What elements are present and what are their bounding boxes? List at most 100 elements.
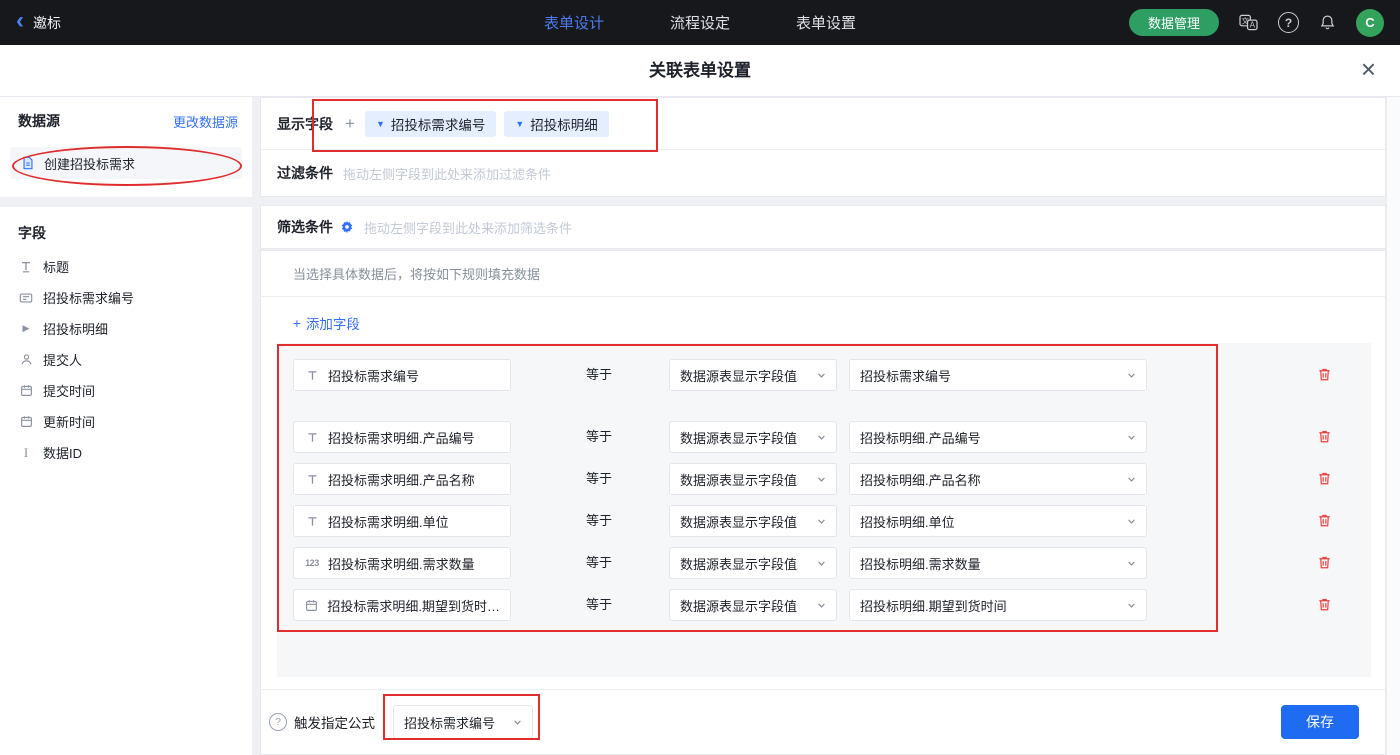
tab-form-design[interactable]: 表单设计 — [544, 12, 604, 33]
display-field-chip[interactable]: ▼招投标需求编号 — [365, 111, 496, 137]
rule-operator: 等于 — [586, 589, 612, 621]
trash-icon[interactable] — [1317, 555, 1333, 571]
formula-select[interactable]: 招投标需求编号 — [393, 705, 533, 739]
sidebar-field-0[interactable]: 标题 — [0, 251, 252, 282]
chevron-down-icon — [1127, 433, 1136, 442]
plus-icon: + — [293, 316, 301, 331]
back-label[interactable]: 邀标 — [33, 13, 61, 33]
scrollbar-track[interactable] — [1386, 97, 1400, 755]
rule-operator: 等于 — [586, 463, 612, 495]
rule-field-label: 招投标需求明细.产品编号 — [328, 428, 475, 447]
sidebar-field-3[interactable]: 提交人 — [0, 344, 252, 375]
field-label: 更新时间 — [43, 412, 95, 431]
modal-header: 关联表单设置 × — [0, 45, 1400, 97]
filter-label: 过滤条件 — [277, 163, 333, 183]
rule-target-value: 招投标需求编号 — [860, 366, 951, 385]
datasource-item[interactable]: 创建招投标需求 — [10, 147, 242, 179]
trash-icon[interactable] — [1317, 429, 1333, 445]
rule-target-select[interactable]: 招投标明细.产品编号 — [849, 421, 1147, 453]
chevron-down-icon — [1127, 517, 1136, 526]
translate-icon[interactable]: 文A — [1239, 14, 1258, 31]
rule-target-value: 招投标明细.期望到货时间 — [860, 596, 1007, 615]
screen-drop-zone[interactable]: 筛选条件 拖动左侧字段到此处来添加筛选条件 — [260, 205, 1386, 249]
rule-target-select[interactable]: 招投标明细.期望到货时间 — [849, 589, 1147, 621]
trash-icon[interactable] — [1317, 513, 1333, 529]
rule-field-chip[interactable]: 招投标需求明细.产品名称 — [293, 463, 511, 495]
rule-field-chip[interactable]: 招投标需求编号 — [293, 359, 511, 391]
chevron-down-icon — [817, 475, 826, 484]
fields-title: 字段 — [0, 207, 252, 251]
rule-field-chip[interactable]: 招投标需求明细.单位 — [293, 505, 511, 537]
rule-field-chip[interactable]: 123招投标需求明细.需求数量 — [293, 547, 511, 579]
sidebar-field-2[interactable]: ▶招投标明细 — [0, 313, 252, 344]
chevron-down-icon — [817, 371, 826, 380]
rule-operator: 等于 — [586, 505, 612, 537]
chip-label: 招投标明细 — [530, 114, 598, 134]
gear-icon[interactable] — [340, 220, 354, 234]
rule-target-select[interactable]: 招投标明细.产品名称 — [849, 463, 1147, 495]
datasource-title: 数据源 — [18, 111, 60, 131]
text-icon — [304, 473, 320, 486]
data-manage-button[interactable]: 数据管理 — [1129, 9, 1219, 36]
chevron-down-icon — [513, 718, 522, 727]
rule-field-label: 招投标需求编号 — [328, 366, 419, 385]
rule-target-value: 招投标明细.单位 — [860, 512, 955, 531]
rules-panel: 招投标需求编号等于数据源表显示字段值招投标需求编号招投标需求明细.产品编号等于数… — [277, 343, 1371, 677]
field-label: 招投标明细 — [43, 319, 108, 338]
rule-source-select[interactable]: 数据源表显示字段值 — [669, 505, 837, 537]
add-display-field-button[interactable]: + — [345, 115, 355, 132]
display-field-chip[interactable]: ▼ 招投标明细 — [504, 111, 608, 137]
modal-title: 关联表单设置 — [0, 45, 1400, 96]
chevron-down-icon: ▼ — [376, 119, 385, 129]
bell-icon[interactable] — [1319, 14, 1336, 31]
rule-target-select[interactable]: 招投标明细.单位 — [849, 505, 1147, 537]
add-field-button[interactable]: + 添加字段 — [293, 313, 360, 333]
rule-source-value: 数据源表显示字段值 — [680, 428, 797, 447]
rule-target-select[interactable]: 招投标需求编号 — [849, 359, 1147, 391]
filter-drop-zone[interactable]: 过滤条件 拖动左侧字段到此处来添加过滤条件 — [261, 150, 1385, 196]
rule-source-value: 数据源表显示字段值 — [680, 366, 797, 385]
rule-source-select[interactable]: 数据源表显示字段值 — [669, 547, 837, 579]
sidebar-field-5[interactable]: 更新时间 — [0, 406, 252, 437]
chevron-down-icon — [817, 601, 826, 610]
display-filter-box: 显示字段 + ▼招投标需求编号▼招投标明细 过滤条件 拖动左侧字段到此处来添加过… — [260, 97, 1386, 197]
trash-icon[interactable] — [1317, 367, 1333, 383]
rule-source-select[interactable]: 数据源表显示字段值 — [669, 421, 837, 453]
topbar: ‹ 邀标 表单设计 流程设定 表单设置 数据管理 文A ? C — [0, 0, 1400, 45]
rule-source-value: 数据源表显示字段值 — [680, 596, 797, 615]
close-icon[interactable]: × — [1361, 56, 1376, 82]
rule-source-select[interactable]: 数据源表显示字段值 — [669, 359, 837, 391]
rule-field-chip[interactable]: 招投标需求明细.期望到货时… — [293, 589, 511, 621]
tab-form-settings[interactable]: 表单设置 — [796, 12, 856, 33]
back-icon[interactable]: ‹ — [16, 9, 24, 33]
rule-target-select[interactable]: 招投标明细.需求数量 — [849, 547, 1147, 579]
sidebar-field-1[interactable]: 招投标需求编号 — [0, 282, 252, 313]
rule-source-select[interactable]: 数据源表显示字段值 — [669, 463, 837, 495]
rule-operator: 等于 — [586, 359, 612, 391]
chevron-down-icon: ▼ — [515, 119, 524, 129]
avatar[interactable]: C — [1356, 9, 1384, 37]
help-glyph: ? — [1285, 16, 1292, 30]
trash-icon[interactable] — [1317, 597, 1333, 613]
title-icon — [18, 260, 34, 274]
sidebar-field-4[interactable]: 提交时间 — [0, 375, 252, 406]
change-datasource-link[interactable]: 更改数据源 — [173, 112, 238, 131]
rule-row: 招投标需求明细.期望到货时… 等于 数据源表显示字段值 招投标明细.期望到货时间 — [277, 589, 1371, 621]
help-icon[interactable]: ? — [1278, 12, 1299, 33]
save-button[interactable]: 保存 — [1281, 705, 1359, 739]
tab-flow-settings[interactable]: 流程设定 — [670, 12, 730, 33]
date-icon — [304, 599, 319, 612]
help-glyph: ? — [275, 716, 281, 728]
sidebar-field-6[interactable]: I数据ID — [0, 437, 252, 468]
chevron-down-icon — [817, 433, 826, 442]
display-fields-label: 显示字段 — [277, 114, 333, 134]
chevron-down-icon — [1127, 601, 1136, 610]
rule-target-value: 招投标明细.需求数量 — [860, 554, 981, 573]
field-label: 提交人 — [43, 350, 82, 369]
trash-icon[interactable] — [1317, 471, 1333, 487]
rule-row: 招投标需求明细.产品名称 等于 数据源表显示字段值招投标明细.产品名称 — [277, 463, 1371, 495]
rule-field-chip[interactable]: 招投标需求明细.产品编号 — [293, 421, 511, 453]
rule-source-select[interactable]: 数据源表显示字段值 — [669, 589, 837, 621]
screen-placeholder: 拖动左侧字段到此处来添加筛选条件 — [364, 218, 572, 237]
formula-help-icon[interactable]: ? — [269, 713, 287, 731]
